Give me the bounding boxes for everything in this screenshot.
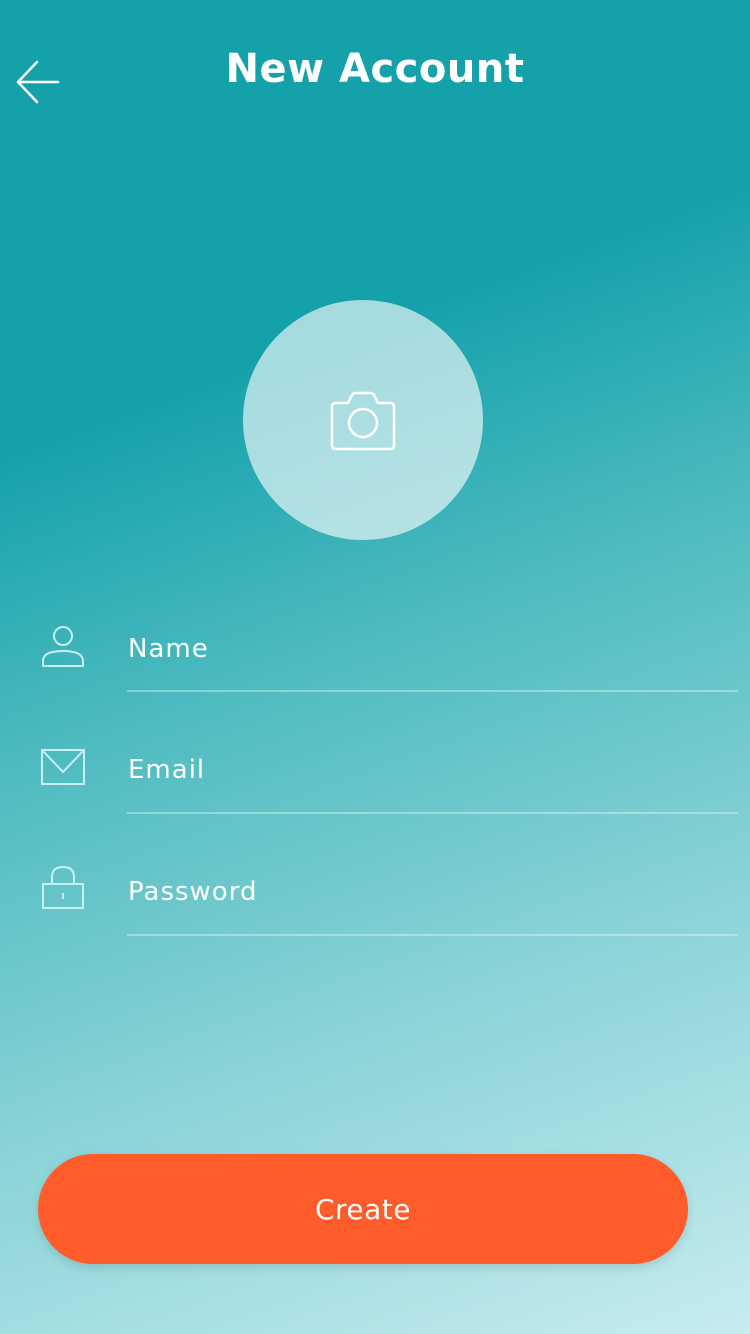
password-underline [127,934,738,936]
user-icon [42,626,84,667]
email-field-row [0,732,750,832]
name-field-row [0,610,750,710]
create-button[interactable]: Create [38,1154,688,1264]
email-input[interactable] [128,745,728,795]
name-underline [127,690,738,692]
lock-icon [42,865,84,909]
email-underline [127,812,738,814]
camera-icon [330,391,396,451]
new-account-screen: New Account Create [0,0,750,1334]
avatar-upload-button[interactable] [243,300,483,540]
name-input[interactable] [128,624,728,674]
password-field-row [0,854,750,954]
password-input[interactable] [128,867,728,917]
page-title: New Account [225,46,525,92]
envelope-icon [41,749,85,785]
